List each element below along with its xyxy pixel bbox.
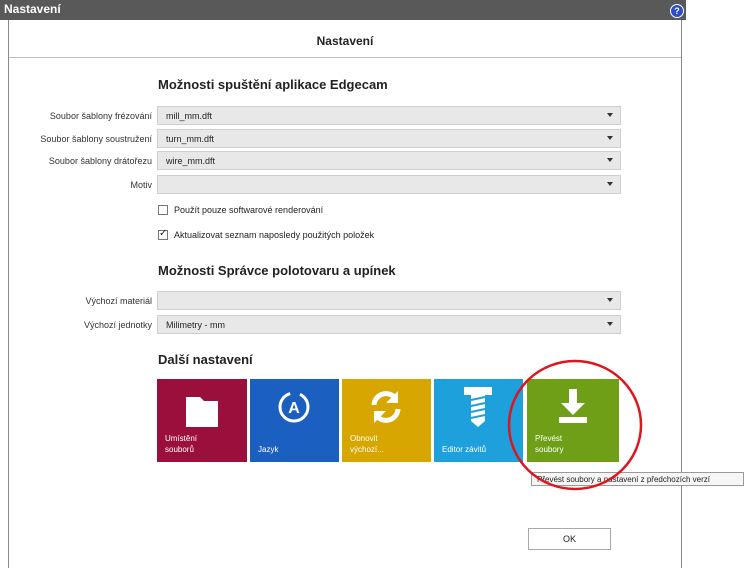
checkmark-icon: ✓ [159,228,168,239]
turn-template-value: turn_mm.dft [166,134,215,144]
chevron-down-icon [607,182,613,186]
tile-label: Jazyk [258,445,279,454]
field-label-turn-template: Soubor šablony soustružení [40,134,152,144]
field-label-default-material: Výchozí materiál [85,296,152,306]
chevron-down-icon [607,322,613,326]
field-label-wire-template: Soubor šablony drátořezu [48,156,152,166]
dialog-header: Nastavení [316,34,374,48]
chevron-down-icon [607,136,613,140]
default-units-value: Milimetry - mm [166,320,225,330]
tile-file-locations[interactable]: Umístění souborů [157,379,247,462]
section-heading-other-settings: Další nastavení [158,352,253,367]
chevron-down-icon [607,113,613,117]
language-icon: A [278,391,310,423]
wire-template-value: wire_mm.dft [166,156,216,166]
chevron-down-icon [607,158,613,162]
tile-label: Umístění souborů [165,434,198,454]
software-rendering-label: Použít pouze softwarové renderování [174,205,324,215]
help-icon[interactable]: ? [670,4,684,18]
field-label-mill-template: Soubor šablony frézování [49,111,152,121]
screw-icon [464,387,492,427]
header-divider [9,57,681,58]
window-title: Nastavení [4,2,61,16]
section-heading-app-options: Možnosti spuštění aplikace Edgecam [158,77,388,92]
tile-restore-defaults[interactable]: Obnovit výchozí... [342,379,431,462]
tile-label: Obnovit výchozí... [350,434,384,454]
refresh-icon [371,391,401,423]
chevron-down-icon [607,298,613,302]
mill-template-value: mill_mm.dft [166,111,213,121]
mill-template-select[interactable]: mill_mm.dft [157,106,621,125]
default-units-select[interactable]: Milimetry - mm [157,315,621,334]
update-recent-items-label: Aktualizovat seznam naposledy použitých … [174,230,375,240]
annotation-circle [507,359,643,491]
field-label-default-units: Výchozí jednotky [83,320,152,330]
turn-template-select[interactable]: turn_mm.dft [157,129,621,148]
theme-select[interactable] [157,175,621,194]
software-rendering-checkbox[interactable] [158,205,168,215]
tile-label: Editor závitů [442,445,487,454]
folder-icon [186,397,218,427]
update-recent-items-checkbox[interactable]: ✓ [158,228,168,240]
wire-template-select[interactable]: wire_mm.dft [157,151,621,170]
tile-language[interactable]: A Jazyk [250,379,339,462]
svg-text:A: A [288,400,300,417]
ok-button[interactable]: OK [528,528,611,550]
section-heading-stock-options: Možnosti Správce polotovaru a upínek [158,263,396,278]
title-bar: Nastavení [0,0,686,20]
field-label-theme: Motiv [130,180,152,190]
default-material-select[interactable] [157,291,621,310]
